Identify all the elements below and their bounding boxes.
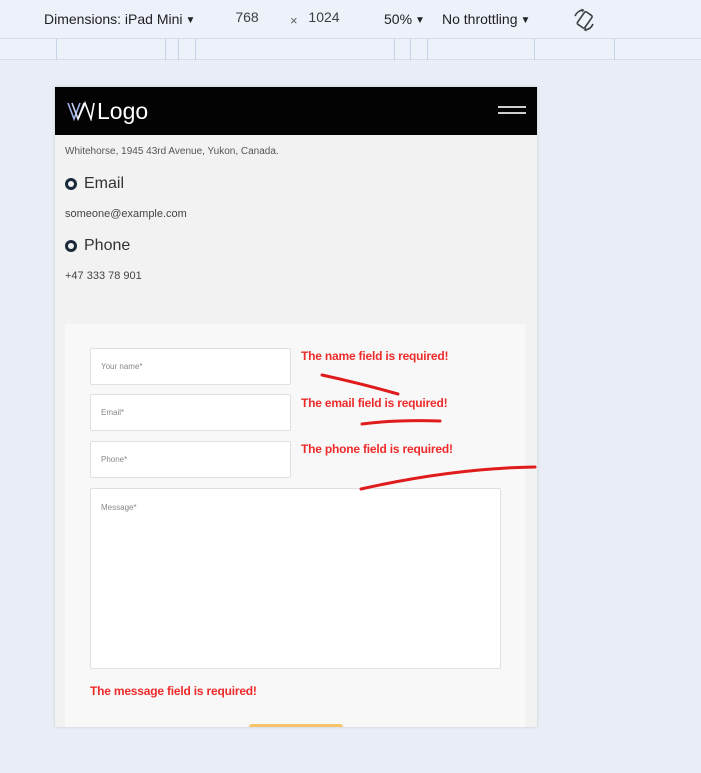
menu-icon[interactable] [498,106,526,116]
ruler-tick [614,39,615,60]
message-placeholder: Message* [101,503,137,512]
email-heading-label: Email [84,175,125,192]
rotate-icon[interactable] [571,7,597,33]
logo-text: Logo [97,97,149,124]
phone-error: The phone field is required! [301,442,453,456]
phone-field[interactable]: Phone* [90,441,291,478]
email-value[interactable]: someone@example.com [65,208,187,220]
site-header: Logo [55,87,537,135]
message-error: The message field is required! [90,684,257,698]
bullet-icon [65,178,77,190]
submit-button[interactable] [249,724,343,727]
phone-value[interactable]: +47 333 78 901 [65,270,142,282]
caret-down-icon: ▼ [415,15,425,26]
email-placeholder: Email* [101,408,125,417]
ruler-tick [56,39,57,60]
dimensions-label: Dimensions: iPad Mini [44,11,183,27]
address-text: Whitehorse, 1945 43rd Avenue, Yukon, Can… [65,146,279,157]
name-field[interactable]: Your name* [90,348,291,385]
phone-heading: Phone [65,237,130,255]
dimensions-dropdown[interactable]: Dimensions: iPad Mini ▼ [44,11,195,27]
width-input[interactable] [226,9,268,25]
ruler-tick [195,39,196,60]
ruler-tick [410,39,411,60]
message-field[interactable]: Message* [90,488,501,669]
media-query-ruler [0,38,701,60]
throttling-label: No throttling [442,11,518,27]
height-input[interactable] [302,9,346,25]
name-placeholder: Your name* [101,362,143,371]
contact-form: Your name* The name field is required! E… [65,324,525,727]
email-field[interactable]: Email* [90,394,291,431]
email-heading: Email [65,175,124,193]
device-viewport: Logo Whitehorse, 1945 43rd Avenue, Yukon… [55,87,537,727]
zoom-dropdown[interactable]: 50% ▼ [384,11,425,27]
ruler-tick [534,39,535,60]
ruler-tick [165,39,166,60]
caret-down-icon: ▼ [520,15,531,26]
caret-down-icon: ▼ [185,15,196,26]
phone-placeholder: Phone* [101,455,128,464]
ruler-tick [178,39,179,60]
zoom-label: 50% [384,11,413,27]
throttling-dropdown[interactable]: No throttling ▼ [442,11,530,27]
logo-icon [67,101,95,121]
email-error: The email field is required! [301,396,448,410]
device-toolbar: Dimensions: iPad Mini▼ × 50%▼ No throttl… [0,0,701,38]
name-error: The name field is required! [301,349,449,363]
ruler-tick [394,39,395,60]
phone-heading-label: Phone [84,237,131,254]
bullet-icon [65,240,77,252]
times-icon: × [290,13,298,28]
site-logo[interactable]: Logo [67,97,148,125]
ruler-tick [427,39,428,60]
